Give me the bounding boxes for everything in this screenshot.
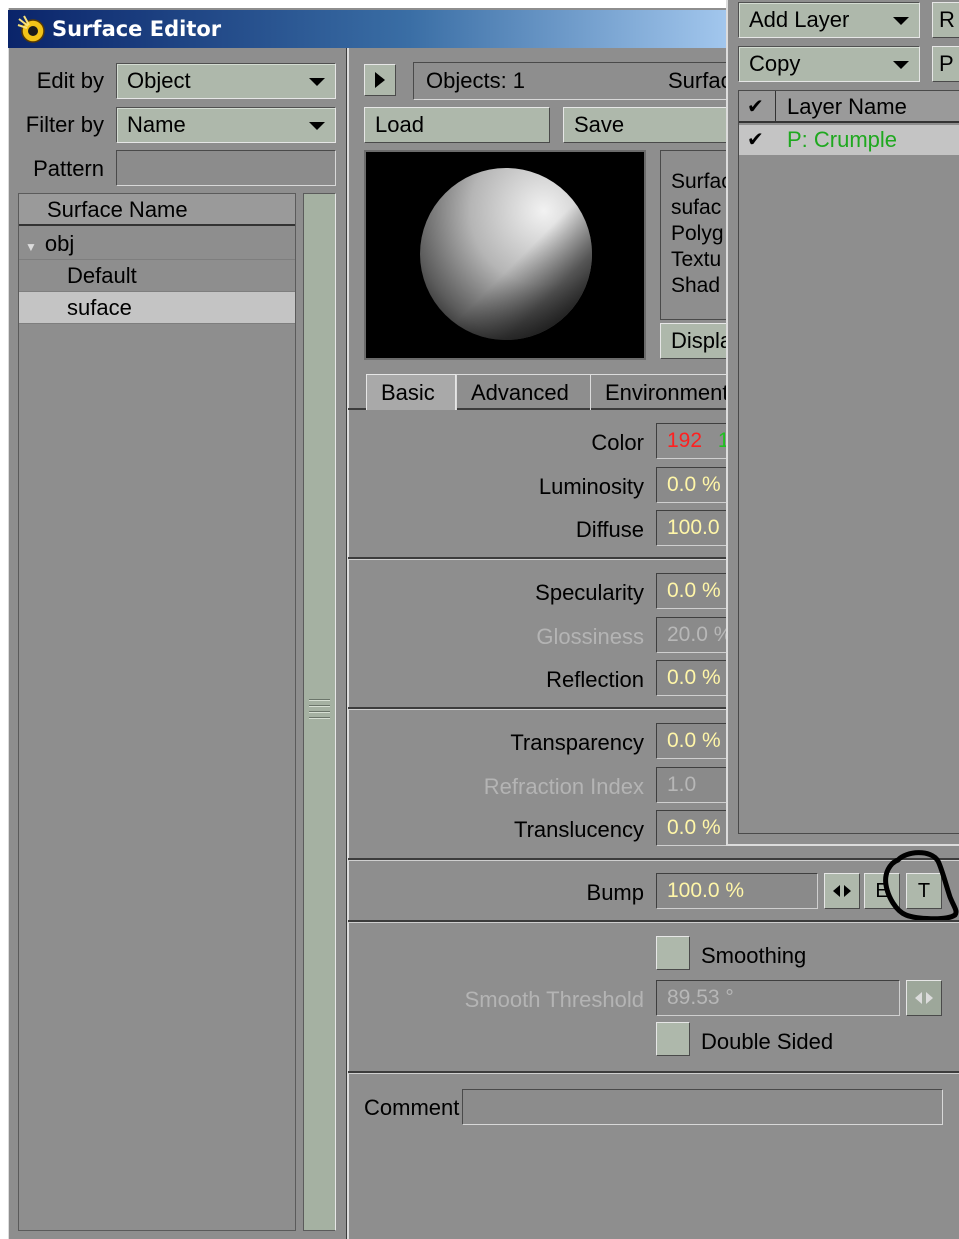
section-divider — [348, 858, 959, 861]
glossiness-label: Glossiness — [536, 624, 644, 649]
double-sided-label: Double Sided — [701, 1029, 834, 1054]
luminosity-label: Luminosity — [538, 474, 644, 499]
list-item-suface[interactable]: suface — [19, 292, 295, 324]
copy-dropdown[interactable]: Copy — [738, 46, 920, 82]
add-layer-dropdown[interactable]: Add Layer — [738, 2, 920, 38]
surface-name-list[interactable]: Surface Name ▼ obj Default suface — [18, 193, 296, 1231]
comment-label: Comment — [364, 1095, 460, 1120]
r-button[interactable]: R — [932, 2, 959, 38]
transparency-label: Transparency — [510, 730, 644, 755]
surface-count-label: Surfac — [668, 68, 732, 93]
objects-info-field: Objects: 1 Surfac — [413, 62, 743, 100]
objects-count-label: Objects: 1 — [426, 68, 526, 93]
list-item-obj[interactable]: ▼ obj — [19, 228, 295, 260]
chevron-down-icon — [309, 122, 325, 130]
panel-divider — [346, 48, 349, 1239]
section-divider — [348, 920, 959, 923]
surface-preview[interactable] — [364, 150, 646, 360]
tab-environment[interactable]: Environment — [590, 374, 740, 410]
smooth-threshold-label: Smooth Threshold — [464, 987, 644, 1012]
edit-by-label: Edit by — [36, 68, 104, 93]
smoothing-checkbox[interactable] — [656, 936, 690, 970]
layer-name: P: Crumple — [787, 127, 898, 152]
annotation-circle-marker — [883, 850, 959, 922]
section-divider — [348, 1071, 959, 1074]
chevron-down-icon — [893, 61, 909, 69]
double-sided-checkbox[interactable] — [656, 1022, 690, 1056]
expand-triangle-icon[interactable]: ▼ — [25, 240, 37, 254]
filter-by-value: Name — [127, 112, 186, 137]
pattern-label: Pattern — [33, 156, 104, 181]
list-item-label: suface — [67, 295, 132, 320]
copy-label: Copy — [749, 51, 801, 76]
column-separator — [775, 91, 776, 123]
edit-by-value: Object — [127, 68, 191, 93]
pattern-input[interactable] — [116, 150, 336, 186]
texture-layer-list[interactable]: ✔ Layer Name ✔ P: Crumple — [738, 90, 959, 834]
title-bar[interactable]: Surface Editor — [8, 10, 738, 48]
specularity-label: Specularity — [535, 580, 644, 605]
smoothing-label: Smoothing — [701, 943, 807, 968]
scrollbar-grip[interactable] — [307, 695, 332, 730]
window-title: Surface Editor — [52, 17, 222, 41]
play-arrow-button[interactable] — [364, 64, 396, 96]
list-item-label: Default — [67, 263, 137, 288]
reflection-label: Reflection — [546, 667, 644, 692]
left-right-arrows-icon — [833, 885, 851, 897]
bump-spinner-button[interactable] — [824, 873, 860, 909]
list-item-label: obj — [44, 231, 75, 256]
load-button[interactable]: Load — [364, 107, 550, 143]
layer-row[interactable]: ✔ P: Crumple — [739, 125, 959, 155]
lightwave-logo-icon — [16, 14, 46, 44]
surface-name-column-header[interactable]: Surface Name — [19, 194, 295, 226]
tab-basic[interactable]: Basic — [366, 374, 456, 410]
list-item-default[interactable]: Default — [19, 260, 295, 292]
filter-by-label: Filter by — [25, 112, 104, 137]
layer-name-column-header[interactable]: Layer Name — [787, 91, 907, 123]
filter-by-dropdown[interactable]: Name — [116, 107, 336, 143]
layer-list-header: ✔ Layer Name — [739, 91, 959, 123]
translucency-label: Translucency — [513, 817, 644, 842]
chevron-down-icon — [893, 17, 909, 25]
add-layer-label: Add Layer — [749, 7, 850, 32]
color-red-value: 192 — [667, 429, 703, 452]
color-label: Color — [591, 430, 644, 455]
tab-advanced[interactable]: Advanced — [456, 374, 596, 410]
bump-input[interactable]: 100.0 % — [656, 873, 818, 909]
section-divider — [348, 707, 738, 710]
preview-sphere-image — [420, 168, 592, 340]
refraction-index-label: Refraction Index — [483, 774, 644, 799]
layer-enabled-checkmark-icon[interactable]: ✔ — [747, 125, 764, 155]
smooth-threshold-input: 89.53 ° — [656, 980, 900, 1016]
bump-label: Bump — [586, 880, 644, 905]
save-button[interactable]: Save — [563, 107, 743, 143]
checkmark-icon[interactable]: ✔ — [747, 91, 764, 123]
diffuse-label: Diffuse — [575, 517, 644, 542]
comment-input[interactable] — [462, 1089, 943, 1125]
p-button[interactable]: P — [932, 46, 959, 82]
left-right-arrows-icon — [915, 992, 933, 1004]
section-divider — [348, 557, 738, 560]
edit-by-dropdown[interactable]: Object — [116, 63, 336, 99]
chevron-down-icon — [309, 78, 325, 86]
smooth-threshold-spinner-button — [906, 980, 942, 1016]
